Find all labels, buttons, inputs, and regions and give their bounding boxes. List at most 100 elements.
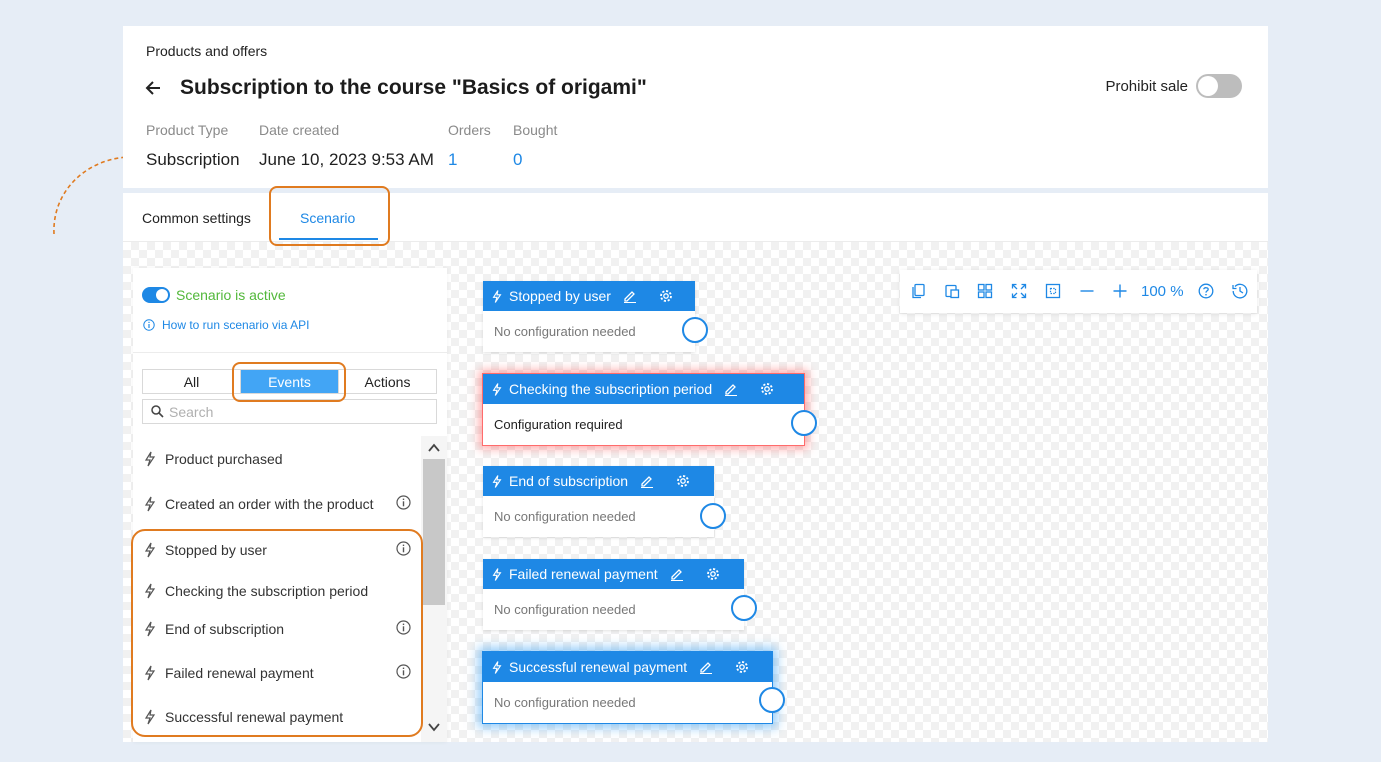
scroll-thumb[interactable] [423, 459, 445, 605]
scenario-active-row: Scenario is active [142, 287, 286, 303]
node-status: No configuration needed [494, 695, 636, 710]
info-icon[interactable] [396, 620, 411, 635]
node-title: Checking the subscription period [509, 381, 713, 397]
api-help-text: How to run scenario via API [162, 318, 310, 332]
fit-icon[interactable] [1011, 283, 1027, 299]
chevron-up-icon[interactable] [427, 441, 441, 455]
tab-common-settings[interactable]: Common settings [142, 210, 251, 226]
select-icon[interactable] [1045, 283, 1061, 299]
paste-icon[interactable] [944, 283, 960, 299]
breadcrumb[interactable]: Products and offers [146, 43, 267, 59]
zoom-out-icon[interactable] [1079, 283, 1095, 299]
pencil-icon[interactable] [640, 474, 654, 488]
pencil-icon[interactable] [623, 289, 637, 303]
gear-icon[interactable] [676, 474, 690, 488]
bolt-icon [144, 542, 156, 558]
info-icon[interactable] [396, 495, 411, 510]
pencil-icon[interactable] [670, 567, 684, 581]
node-status: No configuration needed [494, 602, 636, 617]
filter-actions[interactable]: Actions [339, 370, 436, 393]
list-item[interactable]: Failed renewal payment [143, 665, 314, 681]
filter-all[interactable]: All [143, 370, 241, 393]
info-icon [143, 319, 155, 331]
list-item[interactable]: Stopped by user [143, 542, 267, 558]
event-search [142, 399, 437, 424]
history-icon[interactable] [1232, 283, 1248, 299]
node-stopped-by-user[interactable]: Stopped by user No configuration needed [483, 281, 695, 352]
list-item[interactable]: Created an order with the product [143, 496, 374, 512]
node-output-connector[interactable] [759, 687, 785, 713]
node-successful-renewal-payment[interactable]: Successful renewal payment No configurat… [482, 651, 773, 724]
product-header-card: Products and offers Subscription to the … [123, 26, 1268, 188]
chevron-down-icon[interactable] [427, 720, 441, 734]
bought-label: Bought [513, 122, 558, 138]
bolt-icon [144, 665, 156, 681]
product-type-label: Product Type [146, 122, 229, 138]
back-arrow-icon[interactable] [144, 76, 164, 100]
search-input[interactable] [169, 403, 419, 420]
info-icon[interactable] [396, 541, 411, 556]
bolt-icon [492, 474, 502, 488]
event-label: Stopped by user [165, 542, 267, 558]
list-item[interactable]: Successful renewal payment [143, 709, 343, 725]
node-checking-subscription-period[interactable]: Checking the subscription period Configu… [482, 373, 805, 446]
node-title: Successful renewal payment [509, 659, 688, 675]
gear-icon[interactable] [659, 289, 673, 303]
node-status: Configuration required [494, 417, 623, 432]
grid-icon[interactable] [977, 283, 993, 299]
bolt-icon [144, 583, 156, 599]
gear-icon[interactable] [735, 660, 749, 674]
date-created-label: Date created [259, 122, 340, 138]
bolt-icon [144, 496, 156, 512]
tab-bar: Common settings Scenario [123, 193, 1268, 242]
scenario-active-label: Scenario is active [176, 287, 286, 303]
node-header: Failed renewal payment [483, 559, 744, 589]
node-status: No configuration needed [494, 324, 636, 339]
node-output-connector[interactable] [791, 410, 817, 436]
info-icon[interactable] [396, 664, 411, 679]
zoom-in-icon[interactable] [1112, 283, 1128, 299]
event-list-scrollbar[interactable] [421, 436, 447, 742]
node-output-connector[interactable] [682, 317, 708, 343]
canvas-toolbar: 100 % [900, 270, 1257, 313]
panel-divider [133, 352, 447, 353]
event-label: Product purchased [165, 451, 283, 467]
tab-scenario[interactable]: Scenario [300, 210, 355, 226]
orders-link[interactable]: 1 [448, 150, 457, 170]
bolt-icon [492, 567, 502, 581]
prohibit-sale-toggle[interactable] [1196, 74, 1242, 98]
gear-icon[interactable] [760, 382, 774, 396]
scenario-active-toggle[interactable] [142, 287, 170, 303]
pencil-icon[interactable] [724, 382, 738, 396]
node-output-connector[interactable] [731, 595, 757, 621]
page-title: Subscription to the course "Basics of or… [180, 76, 647, 99]
node-end-of-subscription[interactable]: End of subscription No configuration nee… [483, 466, 714, 537]
node-failed-renewal-payment[interactable]: Failed renewal payment No configuration … [483, 559, 744, 630]
bolt-icon [492, 382, 502, 396]
pencil-icon[interactable] [699, 660, 713, 674]
prohibit-sale: Prohibit sale [1105, 74, 1242, 98]
list-item[interactable]: End of subscription [143, 621, 284, 637]
bought-link[interactable]: 0 [513, 150, 522, 170]
list-item[interactable]: Checking the subscription period [143, 583, 368, 599]
node-title: Stopped by user [509, 288, 611, 304]
prohibit-sale-label: Prohibit sale [1105, 77, 1188, 95]
bolt-icon [144, 451, 156, 467]
tab-active-indicator [279, 238, 378, 240]
event-list: Product purchased Created an order with … [133, 436, 421, 742]
api-help-link[interactable]: How to run scenario via API [143, 318, 309, 332]
node-header: Checking the subscription period [483, 374, 804, 404]
filter-events[interactable]: Events [241, 370, 339, 393]
bolt-icon [144, 709, 156, 725]
product-type-value: Subscription [146, 150, 240, 169]
gear-icon[interactable] [706, 567, 720, 581]
event-filter: All Events Actions [142, 369, 437, 394]
bolt-icon [492, 660, 502, 674]
list-item[interactable]: Product purchased [143, 451, 283, 467]
copy-icon[interactable] [910, 283, 926, 299]
node-title: Failed renewal payment [509, 566, 658, 582]
node-header: Stopped by user [483, 281, 695, 311]
help-icon[interactable] [1198, 283, 1214, 299]
node-output-connector[interactable] [700, 503, 726, 529]
events-panel: Scenario is active How to run scenario v… [133, 268, 447, 742]
